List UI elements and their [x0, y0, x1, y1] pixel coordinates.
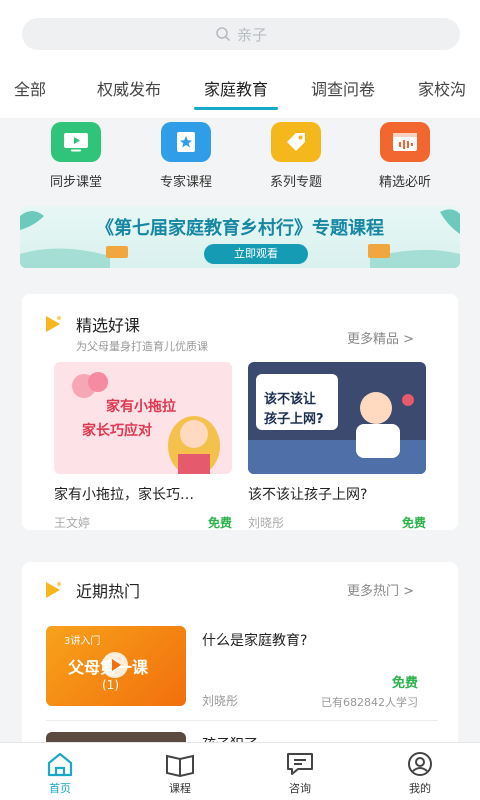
featured-title: 精选好课 — [76, 316, 141, 335]
more-hot-link[interactable]: 更多热门 > — [347, 580, 414, 599]
course-title: 家有小拖拉，家长巧… — [54, 487, 194, 503]
nav-consult[interactable]: 咨询 — [270, 751, 330, 796]
tag-icon — [271, 122, 321, 162]
price-badge: 免费 — [401, 516, 426, 530]
play-icon — [102, 652, 128, 678]
book-icon — [166, 754, 194, 778]
quick-must-listen[interactable]: 精选必听 — [365, 122, 445, 190]
nav-home[interactable]: 首页 — [30, 751, 90, 796]
featured-subtitle: 为父母量身打造育儿优质课 — [76, 340, 208, 353]
course-author: 刘晓彤 — [248, 516, 285, 530]
play-triangle-icon — [46, 582, 61, 598]
featured-header: 精选好课 — [44, 312, 140, 336]
bottom-navigation: 首页 课程 咨询 我的 — [0, 742, 480, 800]
price-badge: 免费 — [391, 676, 418, 691]
tab-home-school[interactable]: 家校沟 — [418, 66, 466, 110]
category-tabs: 全部 权威发布 家庭教育 调查问卷 家校沟 — [0, 66, 480, 110]
hot-header: 近期热门 — [44, 578, 140, 602]
tab-all[interactable]: 全部 — [14, 66, 46, 110]
course-thumbnail: 3讲入门 父母第一课 (1) — [46, 626, 186, 706]
course-thumbnail: 该不该让 孩子上网? — [248, 362, 426, 474]
more-featured-link[interactable]: 更多精品 > — [347, 328, 414, 347]
featured-courses-card: 精选好课 为父母量身打造育儿优质课 更多精品 > 家有小拖拉 家长巧应对 家有小… — [22, 294, 458, 530]
course-title: 该不该让孩子上网? — [248, 487, 368, 503]
quick-sync-class[interactable]: 同步课堂 — [36, 122, 116, 190]
user-icon — [408, 752, 432, 776]
play-screen-icon — [51, 122, 101, 162]
watch-now-button[interactable]: 立即观看 — [204, 244, 308, 264]
play-triangle-icon — [46, 316, 61, 332]
price-badge: 免费 — [207, 516, 232, 530]
nav-mine[interactable]: 我的 — [390, 751, 450, 796]
course-card[interactable]: 该不该让 孩子上网? 该不该让孩子上网? 刘晓彤 免费 — [248, 362, 426, 531]
learner-count: 已有682842人学习 — [321, 696, 418, 709]
quick-expert-course[interactable]: 专家课程 — [146, 122, 226, 190]
course-card[interactable]: 家有小拖拉 家长巧应对 家有小拖拉，家长巧… 王文婷 免费 — [54, 362, 232, 531]
search-bar[interactable]: 亲子 — [22, 18, 460, 50]
divider — [46, 720, 438, 721]
tab-family-education[interactable]: 家庭教育 — [193, 66, 279, 110]
hot-title: 近期热门 — [76, 582, 141, 601]
course-author: 刘晓彤 — [202, 694, 239, 708]
home-icon — [47, 752, 73, 777]
banner-title: 《第七届家庭教育乡村行》专题课程 — [96, 218, 384, 239]
course-author: 王文婷 — [54, 516, 91, 530]
star-badge-icon — [161, 122, 211, 162]
search-placeholder: 亲子 — [236, 25, 267, 44]
tab-survey[interactable]: 调查问卷 — [311, 66, 375, 110]
chat-icon — [287, 753, 313, 775]
hot-courses-card: 近期热门 更多热门 > 3讲入门 父母第一课 (1) 什么是家庭教育? 免费 刘… — [22, 562, 458, 752]
quick-series-topic[interactable]: 系列专题 — [256, 122, 336, 190]
course-thumbnail: 家有小拖拉 家长巧应对 — [54, 362, 232, 474]
hot-course-item[interactable]: 3讲入门 父母第一课 (1) 什么是家庭教育? 免费 刘晓彤 已有682842人… — [46, 626, 438, 709]
audio-window-icon — [380, 122, 430, 162]
course-title: 什么是家庭教育? — [202, 633, 308, 649]
tab-official[interactable]: 权威发布 — [97, 66, 161, 110]
nav-courses[interactable]: 课程 — [150, 751, 210, 796]
quick-entries: 同步课堂 专家课程 系列专题 精选必听 — [0, 118, 480, 200]
search-icon — [216, 27, 230, 41]
header-area: 亲子 全部 权威发布 家庭教育 调查问卷 家校沟 — [0, 0, 480, 118]
promo-banner[interactable]: 《第七届家庭教育乡村行》专题课程 立即观看 — [20, 206, 460, 268]
